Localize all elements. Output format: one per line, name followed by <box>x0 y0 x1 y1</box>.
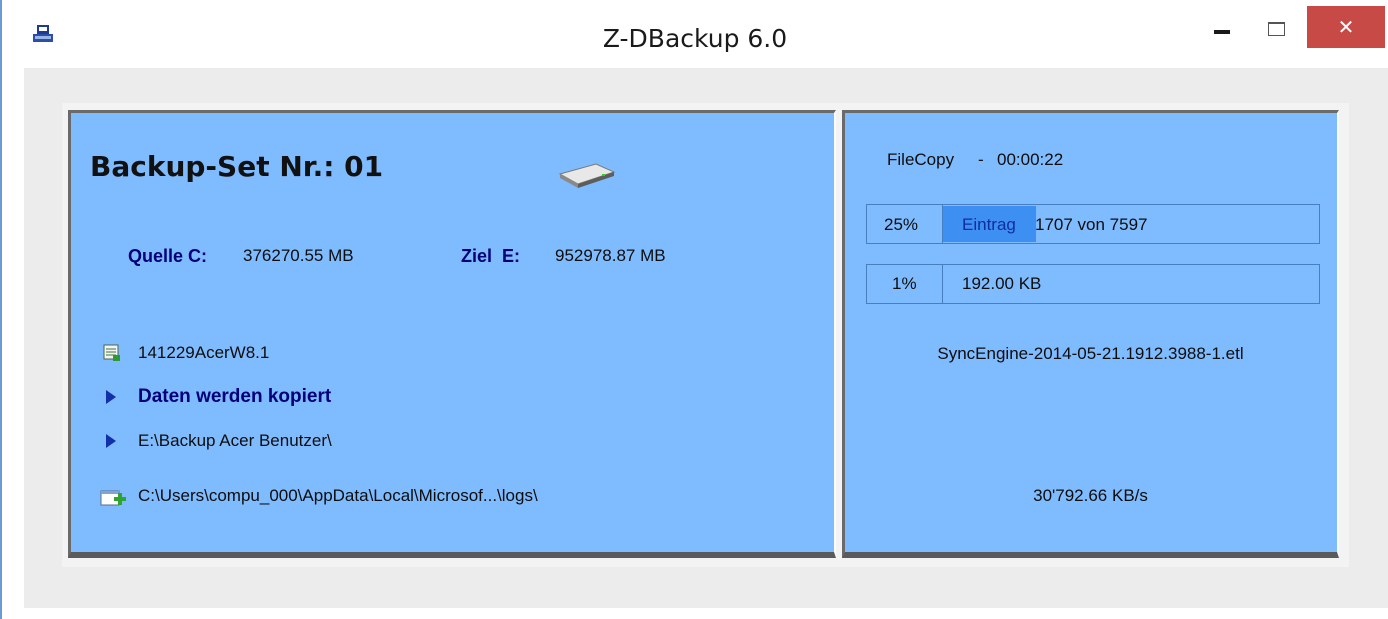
target-drive-label: Ziel E: <box>461 246 521 266</box>
maximize-button[interactable] <box>1268 22 1285 36</box>
operation-name: FileCopy <box>887 150 955 169</box>
folder-add-icon <box>100 490 126 506</box>
entry-label: Eintrag <box>962 215 1016 234</box>
file-size: 192.00 KB <box>962 274 1042 293</box>
operation-separator: - <box>978 150 984 169</box>
overall-progress-percent: 25% <box>884 215 919 234</box>
backup-set-title: Backup-Set Nr.: 01 <box>90 150 384 183</box>
title-bar[interactable]: Z-DBackup 6.0 ✕ <box>2 0 1388 68</box>
status-message: Daten werden kopiert <box>138 386 332 407</box>
backup-set-name: 141229AcerW8.1 <box>138 343 270 362</box>
progress-divider <box>942 265 943 303</box>
transfer-speed: 30'792.66 KB/s <box>1033 486 1148 505</box>
minimize-button[interactable] <box>1214 30 1230 34</box>
target-drive-size: 952978.87 MB <box>555 246 666 265</box>
status-arrow-icon <box>106 390 116 404</box>
close-button[interactable]: ✕ <box>1307 6 1385 48</box>
file-progress-percent: 1% <box>892 274 917 293</box>
window-title: Z-DBackup 6.0 <box>602 24 788 53</box>
current-file-name: SyncEngine-2014-05-21.1912.3988-1.etl <box>937 344 1244 363</box>
backup-set-icon <box>103 344 120 361</box>
elapsed-time: 00:00:22 <box>997 150 1064 169</box>
destination-arrow-icon <box>106 434 116 448</box>
source-drive-size: 376270.55 MB <box>243 246 354 265</box>
entry-count: 1707 von 7597 <box>1035 215 1148 234</box>
source-path: C:\Users\compu_000\AppData\Local\Microso… <box>138 486 538 505</box>
destination-path: E:\Backup Acer Benutzer\ <box>138 431 332 450</box>
file-progress-bar <box>866 264 1320 304</box>
hard-drive-icon <box>558 163 616 188</box>
source-drive-label: Quelle C: <box>128 246 208 266</box>
